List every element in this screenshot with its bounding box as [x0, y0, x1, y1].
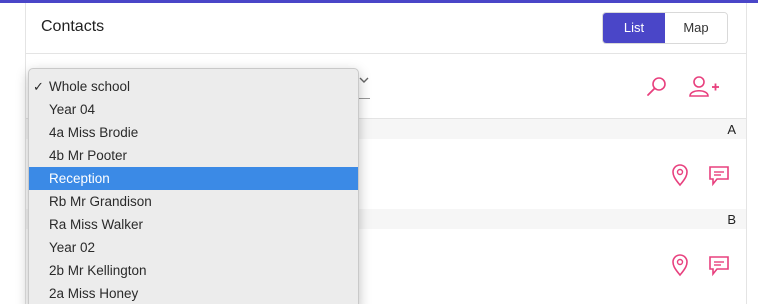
dropdown-option-2a-miss-honey[interactable]: 2a Miss Honey: [29, 282, 358, 304]
chevron-down-icon[interactable]: [358, 74, 370, 86]
map-pin-icon[interactable]: [669, 253, 691, 277]
dropdown-option-year-04[interactable]: Year 04: [29, 98, 358, 121]
view-toggle: List Map: [602, 12, 728, 44]
dropdown-option-4b-mr-pooter[interactable]: 4b Mr Pooter: [29, 144, 358, 167]
panel-header: Contacts List Map: [26, 3, 746, 54]
page-title: Contacts: [41, 18, 105, 35]
option-label: 2a Miss Honey: [49, 286, 139, 301]
dropdown-option-2b-mr-kellington[interactable]: 2b Mr Kellington: [29, 259, 358, 282]
dropdown-option-ra-miss-walker[interactable]: Ra Miss Walker: [29, 213, 358, 236]
checkmark-icon: ✓: [33, 79, 44, 94]
add-person-icon[interactable]: [688, 74, 720, 100]
section-letter: B: [727, 212, 736, 227]
map-view-button[interactable]: Map: [665, 13, 727, 43]
dropdown-option-4a-miss-brodie[interactable]: 4a Miss Brodie: [29, 121, 358, 144]
list-view-button[interactable]: List: [603, 13, 665, 43]
dropdown-option-rb-mr-grandison[interactable]: Rb Mr Grandison: [29, 190, 358, 213]
option-label: Reception: [49, 171, 110, 186]
option-label: Year 04: [49, 102, 96, 117]
dropdown-option-year-02[interactable]: Year 02: [29, 236, 358, 259]
section-letter: A: [727, 122, 736, 137]
group-select-dropdown[interactable]: ✓ Whole school Year 04 4a Miss Brodie 4b…: [28, 68, 359, 304]
option-label: 2b Mr Kellington: [49, 263, 147, 278]
message-icon[interactable]: [708, 163, 730, 187]
dropdown-option-reception[interactable]: Reception: [29, 167, 358, 190]
option-label: Whole school: [49, 79, 131, 94]
option-label: 4b Mr Pooter: [49, 148, 128, 163]
app-root: Contacts List Map A B ✓ Whole school Yea…: [0, 0, 758, 304]
option-label: Rb Mr Grandison: [49, 194, 152, 209]
dropdown-option-whole-school[interactable]: ✓ Whole school: [29, 75, 358, 98]
message-icon[interactable]: [708, 253, 730, 277]
search-icon[interactable]: [645, 75, 669, 99]
option-label: Year 02: [49, 240, 96, 255]
option-label: Ra Miss Walker: [49, 217, 144, 232]
map-pin-icon[interactable]: [669, 163, 691, 187]
option-label: 4a Miss Brodie: [49, 125, 139, 140]
dropdown-options: ✓ Whole school Year 04 4a Miss Brodie 4b…: [29, 75, 358, 304]
